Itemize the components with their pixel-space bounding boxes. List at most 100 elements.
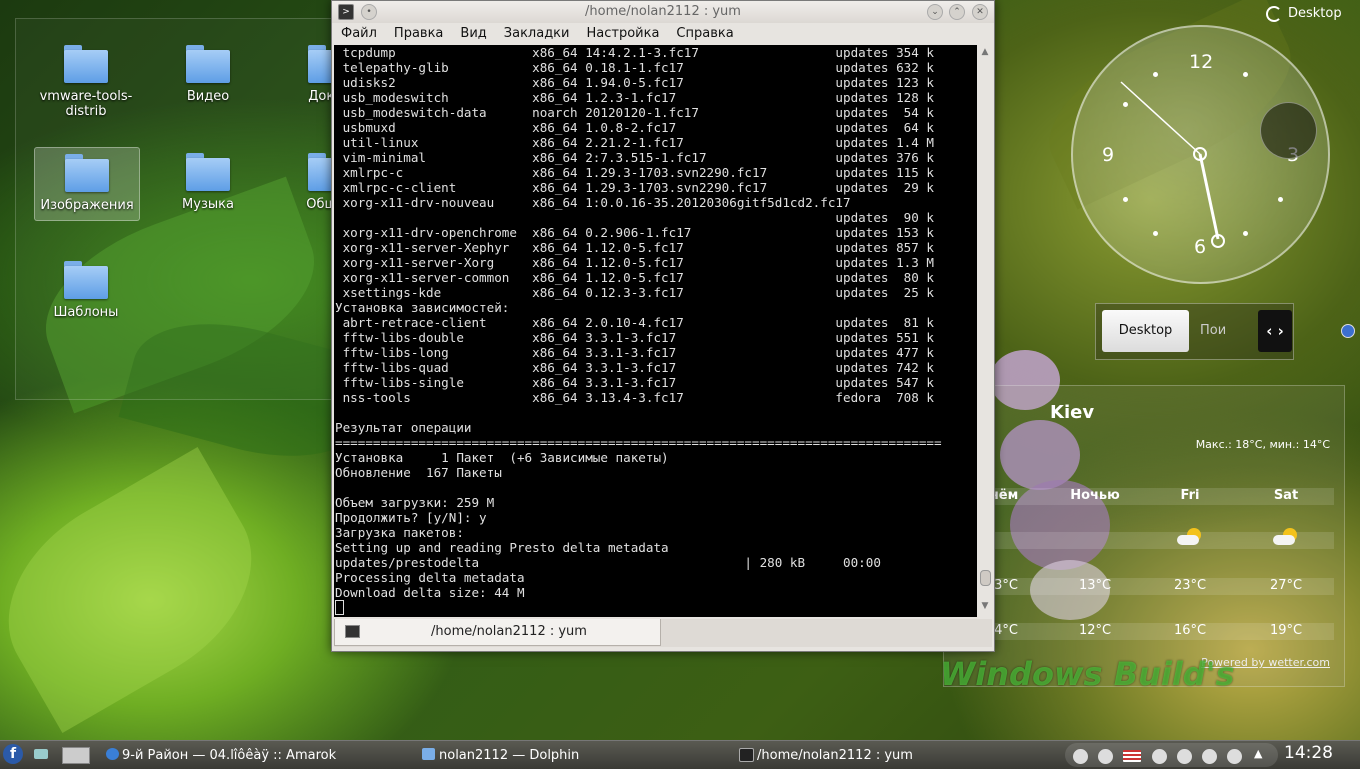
terminal-line: Объем загрузки: 259 M [335,495,495,510]
watermark-text: Windows Build's [940,655,1235,693]
weather-widget[interactable]: Kiev Макс.: 18°C, мин.: 14°C нём Ночью F… [943,385,1345,687]
desktop-toolbox[interactable]: Desktop [1262,2,1358,26]
terminal-line: xorg-x11-drv-openchrome x86_64 0.2.906-1… [335,225,934,240]
terminal-line: abrt-retrace-client x86_64 2.0.10-4.fc17… [335,315,934,330]
terminal-tab-label: /home/nolan2112 : yum [431,624,587,639]
terminal-line: fftw-libs-long x86_64 3.3.1-3.fc17 updat… [335,345,934,360]
device-notifier-icon[interactable] [1227,749,1242,764]
desktop-folder-view: vmware-tools-distrib Видео Докум Изображ… [15,18,337,400]
terminal-line: usbmuxd x86_64 1.0.8-2.fc17 updates 64 k [335,120,934,135]
scrollbar-thumb[interactable] [980,570,991,586]
folder-label: vmware-tools-distrib [39,89,133,119]
window-title: /home/nolan2112 : yum [585,4,741,19]
kde-connect-icon[interactable] [1073,749,1088,764]
folder-images[interactable]: Изображения [34,147,140,221]
folder-documents[interactable]: Докум [278,45,336,104]
terminal-tab[interactable]: /home/nolan2112 : yum [334,619,661,646]
keyboard-layout-flag-icon[interactable] [1123,750,1141,762]
weather-day: Ночью [1070,488,1120,503]
system-tray: ▲ [1065,743,1278,767]
menu-view[interactable]: Вид [451,23,494,41]
terminal-line: util-linux x86_64 2.21.2-1.fc17 updates … [335,135,934,150]
taskbar: f 9-й Район — 04.lîôêàÿ :: Amarok nolan2… [0,740,1360,769]
folder-icon [186,45,230,83]
folder-vmware-tools[interactable]: vmware-tools-distrib [34,45,138,119]
pager-search[interactable]: Пои [1200,323,1226,338]
tray-expand-icon[interactable]: ▲ [1254,747,1262,760]
task-amarok[interactable]: 9-й Район — 04.lîôêàÿ :: Amarok [122,748,336,763]
terminal-line: xmlrpc-c x86_64 1.29.3-1703.svn2290.fc17… [335,165,934,180]
terminal-line: ========================================… [335,435,942,450]
task-dolphin[interactable]: nolan2112 — Dolphin [439,748,579,763]
terminal-line: tcpdump x86_64 14:4.2.1-3.fc17 updates 3… [335,45,934,60]
analog-clock-widget[interactable]: 12 3 6 9 [1071,25,1330,284]
terminal-prompt-line [334,600,977,616]
activities-icon[interactable] [34,749,48,759]
folder-label: Видео [186,89,230,104]
menu-bookmarks[interactable]: Закладки [495,23,578,41]
terminal-line: usb_modeswitch-data noarch 20120120-1.fc… [335,105,934,120]
terminal-line: vim-minimal x86_64 2:7.3.515-1.fc17 upda… [335,150,934,165]
terminal-line: updates 90 k [335,210,934,225]
minimize-icon[interactable]: ⌄ [927,4,943,20]
task-terminal[interactable]: /home/nolan2112 : yum [757,748,913,763]
weather-minmax: Макс.: 18°C, мин.: 14°C [1195,438,1330,451]
terminal-window[interactable]: > • /home/nolan2112 : yum ⌄ ⌃ ✕ Файл Прав… [331,0,995,652]
weather-low: 16°C [1173,623,1207,638]
settings-icon[interactable] [1152,749,1167,764]
terminal-line: fftw-libs-quad x86_64 3.3.1-3.fc17 updat… [335,360,934,375]
activity-pager: Desktop Пои ‹ › [1095,303,1294,360]
folder-video[interactable]: Видео [156,45,260,104]
window-titlebar[interactable]: > • /home/nolan2112 : yum ⌄ ⌃ ✕ [332,1,994,23]
weather-city: Kiev [1050,402,1095,423]
terminal-task-icon [739,748,754,762]
terminal-line: Загрузка пакетов: [335,525,464,540]
terminal-line: Установка 1 Пакет (+6 Зависимые пакеты) [335,450,669,465]
maximize-icon[interactable]: ⌃ [949,4,965,20]
terminal-line: nss-tools x86_64 3.13.4-3.fc17 fedora 70… [335,390,934,405]
menu-settings[interactable]: Настройка [577,23,667,41]
close-icon[interactable]: ✕ [972,4,988,20]
folder-icon [65,154,109,192]
fedora-menu-icon[interactable]: f [3,744,23,764]
scroll-up-icon[interactable]: ▲ [980,47,990,57]
volume-icon[interactable] [1202,749,1217,764]
weather-high: 13°C [1078,578,1112,593]
partly-cloudy-icon [1271,528,1301,546]
menu-help[interactable]: Справка [667,23,741,41]
network-icon[interactable] [1098,749,1113,764]
terminal-line: Продолжить? [y/N]: y [335,510,487,525]
terminal-line: xmlrpc-c-client x86_64 1.29.3-1703.svn22… [335,180,934,195]
terminal-line [334,480,977,495]
folder-templates[interactable]: Шаблоны [34,261,138,320]
background-leaf [0,447,288,733]
folder-music[interactable]: Музыка [156,153,260,212]
taskbar-clock[interactable]: 14:28 [1284,743,1333,763]
folder-icon [64,45,108,83]
plasma-icon [1266,6,1282,22]
terminal-scrollbar[interactable]: ▲ ▼ [978,45,992,617]
terminal-line: fftw-libs-single x86_64 3.3.1-3.fc17 upd… [335,375,934,390]
terminal-line: xorg-x11-server-Xorg x86_64 1.12.0-5.fc1… [335,255,934,270]
globe-icon[interactable] [1341,324,1355,338]
amarok-icon [106,748,119,760]
folder-label: Общед [306,197,336,212]
pager-nav-arrows[interactable]: ‹ › [1258,310,1292,352]
terminal-line: Установка зависимостей: [335,300,510,315]
weather-day: Fri [1180,488,1200,503]
folder-public[interactable]: Общед [278,153,336,212]
terminal-line: xorg-x11-drv-nouveau x86_64 1:0.0.16-35.… [335,195,851,210]
terminal-cursor [335,600,344,615]
menu-edit[interactable]: Правка [385,23,451,41]
scroll-down-icon[interactable]: ▼ [980,601,990,611]
klipper-scissors-icon[interactable] [1177,749,1192,764]
pager-desktop-button[interactable]: Desktop [1102,310,1189,352]
terminal-output[interactable]: tcpdump x86_64 14:4.2.1-3.fc17 updates 3… [334,45,977,617]
weather-high: 27°C [1269,578,1303,593]
show-desktop-icon[interactable] [62,747,90,764]
weather-day: Sat [1273,488,1299,503]
weather-low: 12°C [1078,623,1112,638]
menu-file[interactable]: Файл [332,23,385,41]
terminal-line: xsettings-kde x86_64 0.12.3-3.fc17 updat… [335,285,934,300]
clock-hands [1120,81,1225,248]
